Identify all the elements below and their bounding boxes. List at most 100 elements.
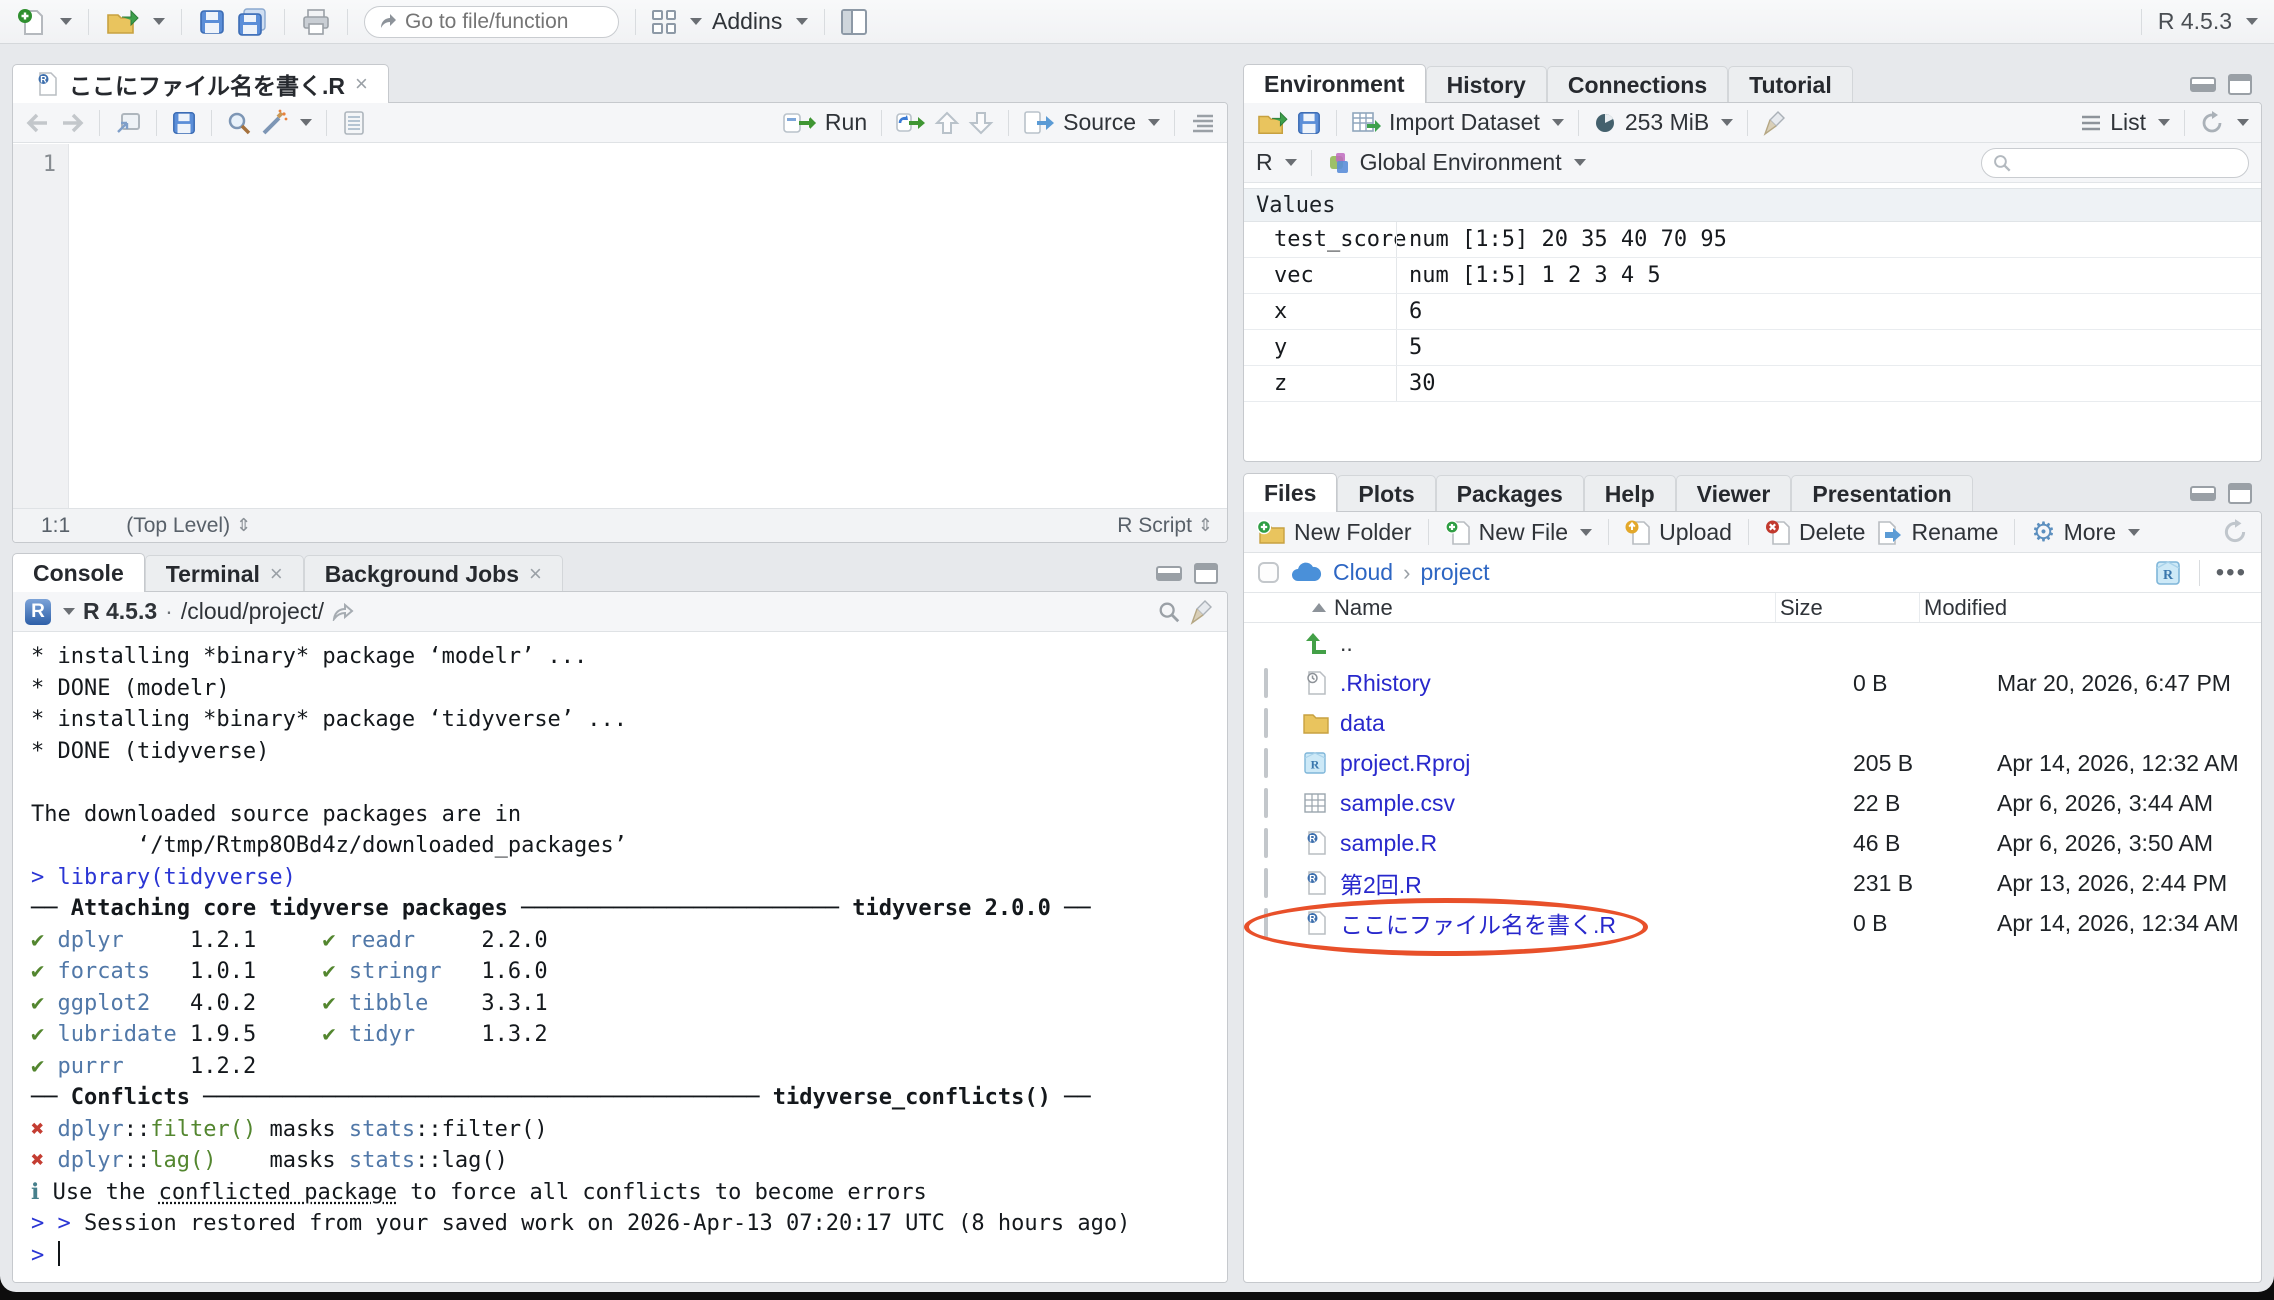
scope-selector[interactable]: (Top Level) bbox=[126, 514, 230, 538]
more-button[interactable]: ⚙ More bbox=[2031, 519, 2140, 546]
file-row[interactable]: Rここにファイル名を書く.R0 BApr 14, 2026, 12:34 AM bbox=[1244, 903, 2261, 943]
print-icon[interactable] bbox=[301, 8, 331, 36]
file-name-link[interactable]: 第2回.R bbox=[1340, 866, 1853, 900]
save-all-icon[interactable] bbox=[236, 7, 268, 37]
file-row[interactable]: data bbox=[1244, 703, 2261, 743]
more-columns-button[interactable]: ••• bbox=[2216, 559, 2247, 587]
editor-text-area[interactable] bbox=[69, 144, 1227, 508]
go-prev-section-icon[interactable] bbox=[934, 110, 960, 136]
file-name-link[interactable]: sample.csv bbox=[1340, 790, 1853, 817]
document-outline-icon[interactable] bbox=[1189, 113, 1215, 133]
save-source-icon[interactable] bbox=[171, 110, 197, 136]
environment-value-row[interactable]: y5 bbox=[1244, 330, 2261, 366]
file-name-link[interactable]: ここにファイル名を書く.R bbox=[1340, 906, 1853, 940]
file-row[interactable]: sample.csv22 BApr 6, 2026, 3:44 AM bbox=[1244, 783, 2261, 823]
console-output[interactable]: * installing *binary* package ‘modelr’ .… bbox=[13, 633, 1227, 1282]
tab-background-jobs[interactable]: Background Jobs× bbox=[304, 555, 563, 592]
maximize-pane-icon[interactable] bbox=[2228, 74, 2252, 95]
memory-usage-caret[interactable] bbox=[1721, 119, 1733, 126]
tab-history[interactable]: History bbox=[1426, 66, 1547, 103]
minimize-pane-icon[interactable] bbox=[2190, 77, 2216, 92]
code-tools-wand-icon[interactable] bbox=[260, 109, 288, 137]
shortcuts-dropdown-caret[interactable] bbox=[690, 18, 702, 25]
compile-report-icon[interactable] bbox=[341, 110, 367, 136]
maximize-pane-icon[interactable] bbox=[1194, 563, 1218, 584]
environment-value-row[interactable]: x6 bbox=[1244, 294, 2261, 330]
environment-search-input[interactable] bbox=[2018, 151, 2218, 174]
file-name-link[interactable]: data bbox=[1340, 710, 1853, 737]
clear-console-broom-icon[interactable] bbox=[1189, 599, 1215, 625]
tab-presentation[interactable]: Presentation bbox=[1791, 475, 1972, 512]
source-dropdown-caret[interactable] bbox=[1148, 119, 1160, 126]
addins-dropdown-caret[interactable] bbox=[796, 18, 808, 25]
new-file-type-caret[interactable] bbox=[1580, 529, 1592, 536]
file-row[interactable]: R第2回.R231 BApr 13, 2026, 2:44 PM bbox=[1244, 863, 2261, 903]
memory-usage-button[interactable]: 253 MiB bbox=[1625, 109, 1709, 136]
delete-button[interactable]: Delete bbox=[1765, 519, 1865, 546]
load-workspace-icon[interactable] bbox=[1256, 109, 1288, 137]
tab-environment[interactable]: Environment bbox=[1243, 64, 1426, 103]
environment-selector-caret[interactable] bbox=[1574, 159, 1586, 166]
open-file-icon[interactable] bbox=[105, 7, 139, 37]
file-row[interactable]: .Rhistory0 BMar 20, 2026, 6:47 PM bbox=[1244, 663, 2261, 703]
new-file-button[interactable]: New File bbox=[1445, 519, 1592, 546]
environment-search-box[interactable] bbox=[1981, 148, 2249, 178]
file-name-link[interactable]: .Rhistory bbox=[1340, 670, 1853, 697]
maximize-pane-icon[interactable] bbox=[2228, 483, 2252, 504]
file-checkbox[interactable] bbox=[1264, 828, 1268, 858]
close-terminal-icon[interactable]: × bbox=[270, 561, 283, 587]
tab-connections[interactable]: Connections bbox=[1547, 66, 1728, 103]
rename-button[interactable]: Rename bbox=[1875, 519, 1998, 546]
goto-file-search[interactable] bbox=[364, 6, 619, 38]
list-view-button[interactable]: List bbox=[2110, 109, 2146, 136]
import-dataset-caret[interactable] bbox=[1552, 119, 1564, 126]
tab-packages[interactable]: Packages bbox=[1436, 475, 1584, 512]
file-checkbox[interactable] bbox=[1264, 788, 1268, 818]
goto-file-input[interactable] bbox=[405, 10, 595, 34]
code-tools-caret[interactable] bbox=[300, 119, 312, 126]
tab-console[interactable]: Console bbox=[12, 553, 145, 592]
refresh-environment-caret[interactable] bbox=[2237, 119, 2249, 126]
clear-environment-broom-icon[interactable] bbox=[1762, 110, 1788, 136]
r-version-selector[interactable]: R 4.5.3 bbox=[2158, 8, 2232, 35]
tab-viewer[interactable]: Viewer bbox=[1676, 475, 1792, 512]
breadcrumb-cloud[interactable]: Cloud bbox=[1333, 559, 1393, 586]
column-size[interactable]: Size bbox=[1775, 593, 1919, 622]
import-dataset-button[interactable]: Import Dataset bbox=[1389, 109, 1540, 136]
save-icon[interactable] bbox=[198, 8, 226, 36]
tab-terminal[interactable]: Terminal× bbox=[145, 555, 304, 592]
environment-selector[interactable]: Global Environment bbox=[1360, 149, 1562, 176]
minimize-pane-icon[interactable] bbox=[1156, 566, 1182, 581]
back-icon[interactable] bbox=[25, 112, 51, 134]
open-file-dropdown-caret[interactable] bbox=[153, 18, 165, 25]
file-name-link[interactable]: sample.R bbox=[1340, 830, 1853, 857]
new-folder-button[interactable]: New Folder bbox=[1256, 519, 1412, 546]
tab-tutorial[interactable]: Tutorial bbox=[1728, 66, 1853, 103]
save-workspace-icon[interactable] bbox=[1296, 110, 1322, 136]
r-logo-icon[interactable]: R bbox=[25, 599, 51, 625]
language-caret[interactable] bbox=[1285, 159, 1297, 166]
file-row[interactable]: .. bbox=[1244, 623, 2261, 663]
source-button[interactable]: Source bbox=[1063, 109, 1136, 136]
file-row[interactable]: Rproject.Rproj205 BApr 14, 2026, 12:32 A… bbox=[1244, 743, 2261, 783]
refresh-files-icon[interactable] bbox=[2221, 518, 2249, 546]
popout-window-icon[interactable] bbox=[114, 110, 142, 136]
file-checkbox[interactable] bbox=[1264, 908, 1268, 938]
forward-icon[interactable] bbox=[59, 112, 85, 134]
refresh-environment-icon[interactable] bbox=[2199, 110, 2225, 136]
code-editor[interactable]: 1 bbox=[13, 144, 1227, 508]
file-type-selector[interactable]: R Script bbox=[1117, 514, 1192, 538]
open-wd-icon[interactable] bbox=[332, 603, 354, 621]
minimize-pane-icon[interactable] bbox=[2190, 486, 2216, 501]
new-file-icon[interactable] bbox=[16, 7, 46, 37]
file-name-link[interactable]: .. bbox=[1340, 630, 1853, 657]
go-next-section-icon[interactable] bbox=[968, 110, 994, 136]
tab-files[interactable]: Files bbox=[1243, 473, 1337, 512]
environment-value-row[interactable]: z30 bbox=[1244, 366, 2261, 402]
file-row[interactable]: Rsample.R46 BApr 6, 2026, 3:50 AM bbox=[1244, 823, 2261, 863]
tab-plots[interactable]: Plots bbox=[1337, 475, 1435, 512]
close-jobs-icon[interactable]: × bbox=[529, 561, 542, 587]
file-checkbox[interactable] bbox=[1264, 668, 1268, 698]
list-view-caret[interactable] bbox=[2158, 119, 2170, 126]
rerun-icon[interactable] bbox=[896, 111, 926, 135]
